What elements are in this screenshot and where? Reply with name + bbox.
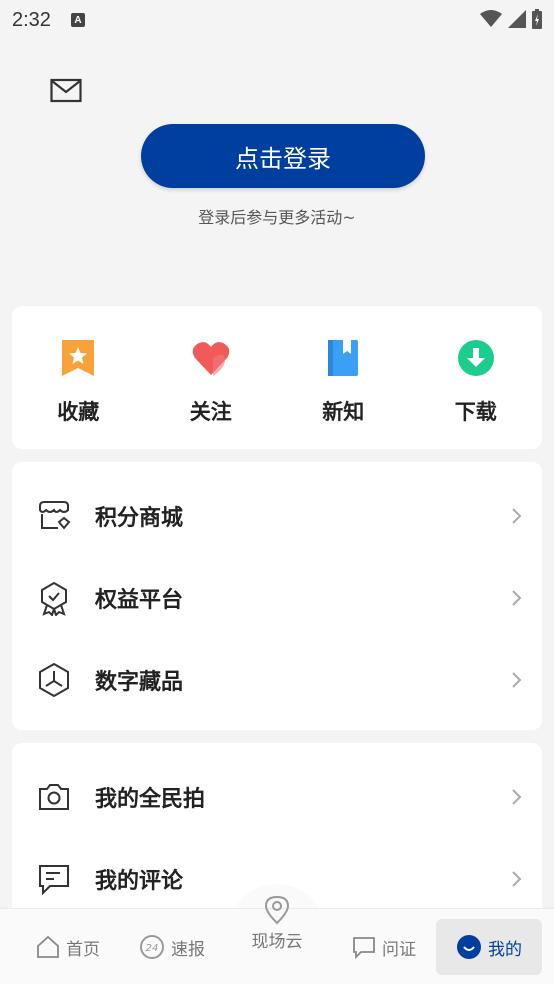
location-pin-icon bbox=[264, 895, 290, 925]
digital-collectible-icon bbox=[39, 662, 69, 698]
menu-group-1: 积分商城 权益平台 数字藏品 bbox=[12, 462, 542, 730]
login-tip: 登录后参与更多活动~ bbox=[198, 208, 356, 227]
smile-icon bbox=[457, 935, 481, 959]
menu-item-label: 积分商城 bbox=[95, 506, 184, 531]
tab-label: 速报 bbox=[171, 939, 205, 960]
tab-label: 问证 bbox=[382, 939, 416, 960]
bookmark-star-icon bbox=[62, 340, 95, 376]
tab-live-cloud[interactable]: 现场云 bbox=[228, 895, 326, 952]
signal-icon bbox=[508, 10, 526, 28]
menu-item-label: 数字藏品 bbox=[95, 670, 184, 695]
menu-item-digital-collectibles[interactable]: 数字藏品 bbox=[12, 639, 542, 721]
status-indicators bbox=[480, 9, 542, 29]
quick-action-label: 新知 bbox=[322, 400, 365, 424]
book-icon bbox=[328, 340, 359, 376]
menu-item-label: 权益平台 bbox=[95, 588, 184, 613]
quick-action-label: 关注 bbox=[189, 400, 232, 424]
menu-item-label: 我的评论 bbox=[95, 869, 184, 894]
tab-label: 我的 bbox=[488, 939, 522, 960]
tab-label: 首页 bbox=[66, 939, 100, 960]
status-time: 2:32 bbox=[12, 8, 51, 31]
quick-action-label: 收藏 bbox=[57, 400, 100, 424]
heart-icon bbox=[192, 342, 229, 376]
chevron-right-icon bbox=[512, 789, 522, 805]
quick-action-follow[interactable]: 关注 bbox=[145, 306, 278, 449]
camera-icon bbox=[39, 784, 69, 810]
menu-item-benefits[interactable]: 权益平台 bbox=[12, 557, 542, 639]
quick-action-label: 下载 bbox=[454, 400, 497, 424]
menu-item-label: 我的全民拍 bbox=[95, 787, 206, 812]
news-24-icon: 24 bbox=[140, 935, 164, 959]
chevron-right-icon bbox=[512, 590, 522, 606]
quick-action-new-knowledge[interactable]: 新知 bbox=[277, 306, 410, 449]
wifi-icon bbox=[480, 10, 502, 27]
svg-text:24: 24 bbox=[146, 943, 159, 954]
status-bar: 2:32 A bbox=[0, 0, 554, 40]
tab-news[interactable]: 24 速报 bbox=[132, 919, 212, 975]
battery-icon bbox=[532, 9, 542, 29]
mail-icon[interactable] bbox=[50, 76, 82, 104]
chevron-right-icon bbox=[512, 672, 522, 688]
notification-icon: A bbox=[70, 13, 85, 27]
points-shop-icon bbox=[39, 501, 71, 530]
chat-icon bbox=[353, 937, 375, 959]
tab-mine[interactable]: 我的 bbox=[436, 919, 542, 975]
menu-item-my-photos[interactable]: 我的全民拍 bbox=[12, 756, 542, 838]
quick-action-favorites[interactable]: 收藏 bbox=[12, 306, 145, 449]
tab-label: 现场云 bbox=[251, 932, 303, 952]
quick-actions-card: 收藏 关注 新知 下载 bbox=[12, 306, 542, 449]
login-button[interactable]: 点击登录 bbox=[141, 124, 425, 188]
chevron-right-icon bbox=[512, 871, 522, 887]
ribbon-badge-icon bbox=[41, 581, 67, 616]
menu-item-points-shop[interactable]: 积分商城 bbox=[12, 475, 542, 557]
tab-home[interactable]: 首页 bbox=[28, 919, 108, 975]
quick-action-download[interactable]: 下载 bbox=[410, 306, 543, 449]
comment-icon bbox=[39, 865, 69, 896]
tab-qa[interactable]: 问证 bbox=[344, 919, 424, 975]
download-icon bbox=[457, 340, 494, 376]
chevron-right-icon bbox=[512, 508, 522, 524]
home-icon bbox=[37, 935, 59, 958]
